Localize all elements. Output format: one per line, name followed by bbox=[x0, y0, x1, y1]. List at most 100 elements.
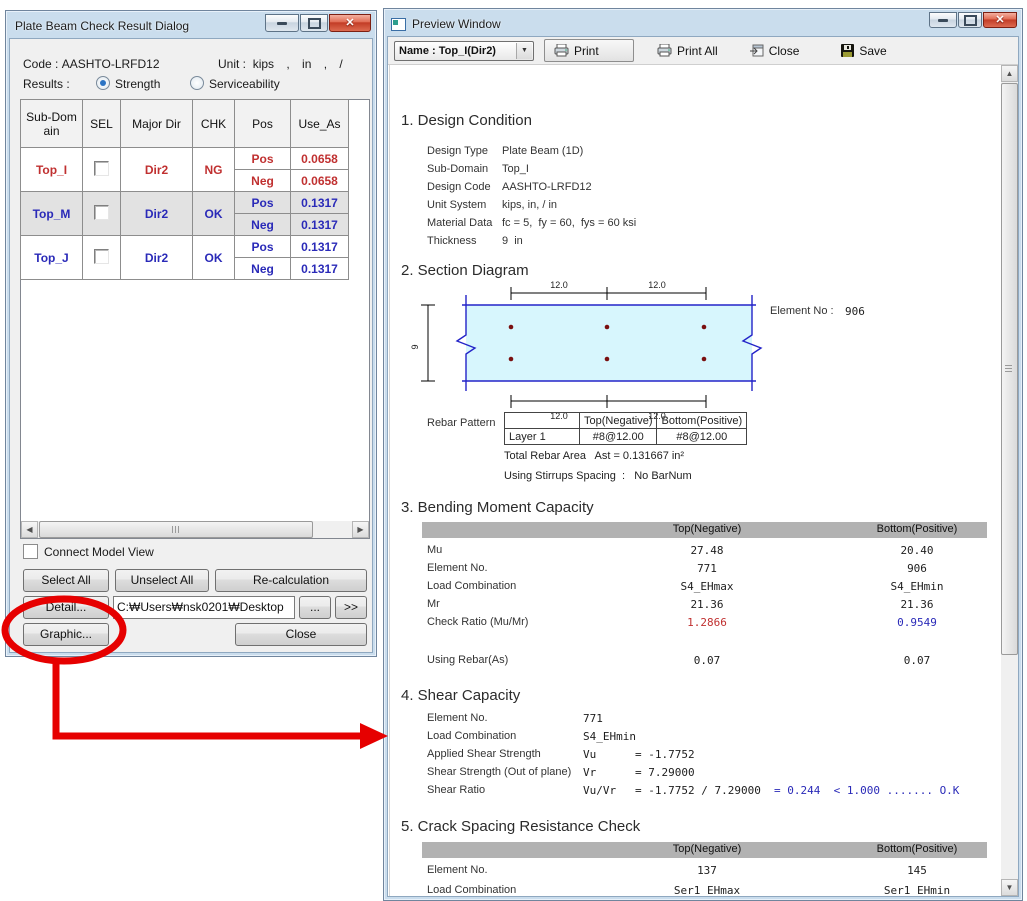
close-icon: ✕ bbox=[995, 15, 1004, 26]
unit-value: kips , in , / bbox=[253, 57, 343, 71]
preview-titlebar[interactable]: Preview Window ✕ bbox=[387, 12, 1019, 36]
expand-button[interactable]: >> bbox=[335, 596, 367, 619]
save-button[interactable]: Save bbox=[832, 40, 895, 61]
preview-minimize-button[interactable] bbox=[929, 12, 957, 28]
maximize-icon bbox=[308, 18, 321, 29]
dialog-titlebar[interactable]: Plate Beam Check Result Dialog ✕ bbox=[9, 14, 373, 38]
section-diagram: 12.0 12.0 12.0 12.0 9 bbox=[404, 277, 784, 427]
dim-left: 9 bbox=[410, 344, 420, 349]
radio-serviceability[interactable]: Serviceability bbox=[190, 76, 280, 91]
section4-heading: 4. Shear Capacity bbox=[401, 687, 520, 704]
maximize-icon bbox=[964, 15, 977, 26]
results-list: Sub-Domain SEL Major Dir CHK Pos Use_As … bbox=[20, 99, 370, 539]
section5-column-header: Top(Negative) Bottom(Positive) bbox=[422, 842, 987, 858]
scroll-left-button[interactable]: ◀ bbox=[21, 521, 38, 538]
select-all-button[interactable]: Select All bbox=[23, 569, 109, 592]
table-row[interactable]: Top_I Dir2 NG Pos 0.0658 bbox=[21, 148, 349, 170]
dim-top-2: 12.0 bbox=[648, 280, 666, 290]
scroll-left-icon: ◀ bbox=[26, 525, 32, 534]
row-checkbox[interactable] bbox=[94, 161, 109, 176]
horizontal-scroll-thumb[interactable] bbox=[39, 521, 313, 538]
section5-heading: 5. Crack Spacing Resistance Check bbox=[401, 818, 640, 835]
total-rebar-area: Total Rebar Area Ast = 0.131667 in² bbox=[504, 450, 684, 462]
radio-serviceability-icon bbox=[190, 76, 204, 90]
preview-title: Preview Window bbox=[412, 17, 501, 31]
code-value: AASHTO-LRFD12 bbox=[62, 57, 160, 71]
section3-column-header: Top(Negative) Bottom(Positive) bbox=[422, 522, 987, 538]
section1-heading: 1. Design Condition bbox=[401, 112, 532, 129]
stirrups-spacing: Using Stirrups Spacing : No BarNum bbox=[504, 470, 692, 482]
vertical-scroll-thumb[interactable] bbox=[1001, 83, 1018, 655]
floppy-disk-icon bbox=[841, 44, 854, 57]
scroll-down-button[interactable]: ▼ bbox=[1001, 879, 1018, 896]
element-no-value: 906 bbox=[845, 305, 865, 318]
printer-icon bbox=[657, 44, 672, 57]
printer-icon bbox=[554, 44, 569, 57]
chevron-down-icon: ▼ bbox=[516, 43, 532, 59]
close-preview-button[interactable]: Close bbox=[741, 40, 809, 61]
preview-close-button[interactable]: ✕ bbox=[983, 12, 1017, 28]
dialog-body: Code : AASHTO-LRFD12 Unit : kips , in , … bbox=[9, 38, 373, 653]
vertical-scrollbar[interactable]: ▲ ▼ bbox=[1001, 65, 1018, 896]
print-all-button[interactable]: Print All bbox=[648, 40, 727, 61]
results-label: Results : bbox=[23, 77, 70, 91]
results-table: Sub-Domain SEL Major Dir CHK Pos Use_As … bbox=[20, 99, 349, 280]
dialog-close-button[interactable]: Close bbox=[235, 623, 367, 646]
check-ratio-ok: 0.9549 bbox=[837, 616, 997, 629]
code-label: Code : AASHTO-LRFD12 bbox=[23, 57, 160, 71]
row-checkbox[interactable] bbox=[94, 249, 109, 264]
annotation-arrow-line bbox=[56, 660, 362, 736]
browse-button[interactable]: ... bbox=[299, 596, 331, 619]
preview-maximize-button[interactable] bbox=[958, 12, 982, 28]
col-chk: CHK bbox=[193, 100, 235, 148]
col-sel: SEL bbox=[83, 100, 121, 148]
recalculation-button[interactable]: Re-calculation bbox=[215, 569, 367, 592]
preview-frame: Name : Top_I(Dir2) ▼ Print Print All Clo… bbox=[387, 36, 1019, 897]
check-ratio-ng: 1.2866 bbox=[627, 616, 787, 629]
maximize-button[interactable] bbox=[300, 14, 328, 32]
table-row[interactable]: Top_J Dir2 OK Pos 0.1317 bbox=[21, 236, 349, 258]
scroll-right-icon: ▶ bbox=[357, 525, 363, 534]
graphic-button[interactable]: Graphic... bbox=[23, 623, 109, 646]
section3-heading: 3. Bending Moment Capacity bbox=[401, 499, 594, 516]
col-major-dir: Major Dir bbox=[121, 100, 193, 148]
shear-ratio-row: Shear RatioVu/Vr= -1.7752 / 7.29000= 0.2… bbox=[390, 784, 1000, 800]
row-checkbox[interactable] bbox=[94, 205, 109, 220]
minimize-button[interactable] bbox=[265, 14, 299, 32]
preview-window: Preview Window ✕ Name : Top_I(Dir2) ▼ Pr… bbox=[383, 8, 1023, 901]
detail-button[interactable]: Detail... bbox=[23, 596, 109, 619]
scroll-up-button[interactable]: ▲ bbox=[1001, 65, 1018, 82]
output-path-field[interactable]: C:₩Users₩nsk0201₩Desktop bbox=[113, 596, 295, 619]
table-row[interactable]: Top_M Dir2 OK Pos 0.1317 bbox=[21, 192, 349, 214]
rebar-pattern-label: Rebar Pattern bbox=[427, 417, 495, 429]
check-ratio-row: Check Ratio (Mu/Mr)1.28660.9549 bbox=[390, 616, 1000, 632]
dialog-title: Plate Beam Check Result Dialog bbox=[15, 19, 189, 33]
preview-window-icon bbox=[391, 18, 406, 31]
horizontal-scrollbar[interactable]: ◀ ▶ bbox=[21, 521, 369, 538]
col-sub-domain: Sub-Domain bbox=[21, 100, 83, 148]
scroll-right-button[interactable]: ▶ bbox=[352, 521, 369, 538]
preview-toolbar: Name : Top_I(Dir2) ▼ Print Print All Clo… bbox=[388, 37, 1018, 65]
col-pos: Pos bbox=[235, 100, 291, 148]
element-no-label: Element No : bbox=[770, 305, 834, 317]
scroll-up-icon: ▲ bbox=[1006, 69, 1014, 78]
col-use-as: Use_As bbox=[291, 100, 349, 148]
shear-ratio-result: = 0.244 < 1.000 ....... O.K bbox=[774, 784, 959, 797]
plate-beam-check-result-dialog: Plate Beam Check Result Dialog ✕ Code : … bbox=[5, 10, 377, 657]
name-dropdown[interactable]: Name : Top_I(Dir2) ▼ bbox=[394, 41, 534, 61]
minimize-icon bbox=[277, 22, 287, 25]
results-header-row: Sub-Domain SEL Major Dir CHK Pos Use_As bbox=[21, 100, 349, 148]
close-icon: ✕ bbox=[345, 18, 354, 29]
close-window-icon bbox=[750, 44, 764, 57]
connect-model-view-checkbox[interactable]: Connect Model View bbox=[23, 544, 154, 559]
unit-label: Unit : kips , in , / bbox=[218, 57, 343, 71]
print-button[interactable]: Print bbox=[544, 39, 634, 62]
minimize-icon bbox=[938, 19, 948, 22]
radio-strength-icon bbox=[96, 76, 110, 90]
radio-strength[interactable]: Strength bbox=[96, 76, 160, 91]
unselect-all-button[interactable]: Unselect All bbox=[115, 569, 209, 592]
checkbox-icon bbox=[23, 544, 38, 559]
rebar-pattern-table: Top(Negative) Bottom(Positive) Layer 1 #… bbox=[504, 412, 747, 445]
close-button[interactable]: ✕ bbox=[329, 14, 371, 32]
dim-top-1: 12.0 bbox=[550, 280, 568, 290]
